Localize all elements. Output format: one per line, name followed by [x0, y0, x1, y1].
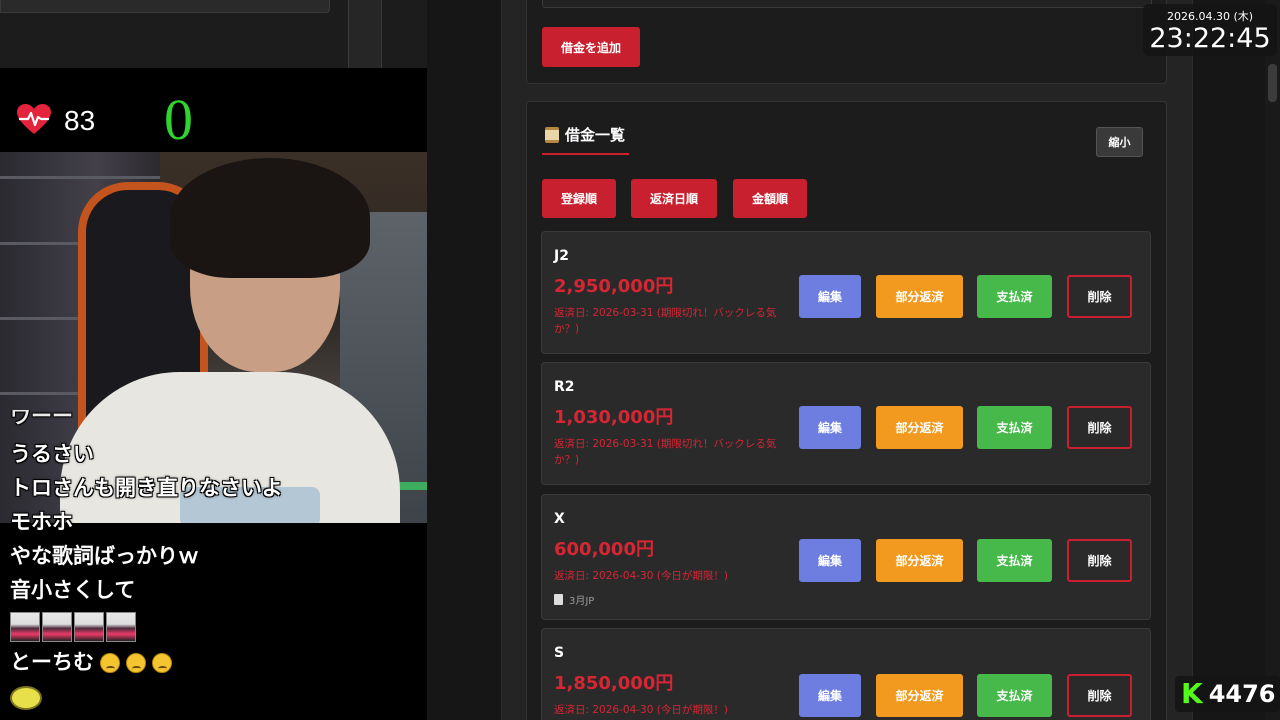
stamp-emote	[42, 612, 72, 642]
kick-viewer-counter: K 4476	[1175, 676, 1280, 712]
edit-button[interactable]: 編集	[799, 674, 861, 717]
debt-item: J2 2,950,000円 返済日: 2026-03-31 (期限切れ！バックレ…	[541, 231, 1151, 354]
delete-button[interactable]: 削除	[1067, 406, 1132, 449]
heart-rate-value: 83	[64, 105, 96, 136]
debt-list-title: 借金一覧	[565, 126, 626, 144]
chat-message: うるさい	[10, 442, 94, 466]
clock-date: 2026.04.30 (木)	[1166, 10, 1254, 23]
kick-logo-icon: K	[1181, 677, 1203, 710]
debt-due-date: 返済日: 2026-04-30 (今日が期限！)	[554, 570, 728, 582]
stamp-emote	[10, 612, 40, 642]
page-scrollbar[interactable]	[1265, 0, 1280, 720]
debt-name: J2	[554, 248, 569, 264]
chat-message-with-emoji: とーちむ	[10, 648, 172, 676]
mouse-cursor-icon	[736, 269, 748, 287]
clock-time: 23:22:45	[1149, 23, 1271, 54]
top-left-box	[0, 0, 330, 13]
mark-paid-button[interactable]: 支払済	[977, 406, 1052, 449]
stream-top-frame	[0, 0, 427, 68]
clock-overlay: 2026.04.30 (木) 23:22:45	[1143, 4, 1277, 56]
debt-amount: 2,950,000円	[554, 276, 674, 297]
bird-emote-icon	[10, 686, 42, 710]
debt-item: R2 1,030,000円 返済日: 2026-03-31 (期限切れ！バックレ…	[541, 362, 1151, 485]
title-underline	[542, 153, 629, 155]
chat-message-text: とーちむ	[10, 650, 94, 674]
debt-due-date: 返済日: 2026-03-31 (期限切れ！バックレる気か？)	[554, 438, 777, 466]
debt-item: X 600,000円 返済日: 2026-04-30 (今日が期限！) 3月JP…	[541, 494, 1151, 620]
debt-amount: 1,030,000円	[554, 407, 674, 428]
chat-message: モホホ	[10, 510, 73, 534]
shrink-button[interactable]: 縮小	[1096, 127, 1143, 157]
add-debt-button[interactable]: 借金を追加	[542, 27, 640, 67]
partial-payment-button[interactable]: 部分返済	[876, 275, 963, 318]
memo-icon	[554, 594, 563, 605]
scroll-icon	[545, 126, 559, 143]
chat-message: やな歌詞ばっかりｗ	[10, 544, 199, 568]
sad-face-icon	[100, 653, 120, 673]
edit-button[interactable]: 編集	[799, 275, 861, 318]
edit-button[interactable]: 編集	[799, 406, 861, 449]
streamer-hair	[170, 158, 370, 278]
debt-name: S	[554, 645, 565, 661]
delete-button[interactable]: 削除	[1067, 674, 1132, 717]
debt-name: X	[554, 511, 565, 527]
chat-message: トロさんも開き直りなさいよ	[10, 476, 283, 500]
stamp-emote	[106, 612, 136, 642]
scrollbar-thumb[interactable]	[1268, 64, 1277, 102]
partial-payment-button[interactable]: 部分返済	[876, 539, 963, 582]
debt-memo: 3月JP	[554, 592, 594, 607]
kick-viewer-count: 4476	[1208, 680, 1276, 708]
edit-button[interactable]: 編集	[799, 539, 861, 582]
delete-button[interactable]: 削除	[1067, 275, 1132, 318]
debt-due-date: 返済日: 2026-04-30 (今日が期限！)	[554, 704, 728, 716]
mark-paid-button[interactable]: 支払済	[977, 674, 1052, 717]
debt-amount: 1,850,000円	[554, 673, 674, 694]
partial-payment-button[interactable]: 部分返済	[876, 406, 963, 449]
counter-value: 0	[164, 87, 193, 152]
sad-face-icon	[126, 653, 146, 673]
heart-rate-icon	[17, 104, 51, 134]
debt-due-date: 返済日: 2026-03-31 (期限切れ！バックレる気か？)	[554, 307, 777, 335]
form-input[interactable]	[542, 0, 1152, 8]
sad-face-icon	[152, 653, 172, 673]
sort-by-due-date-button[interactable]: 返済日順	[631, 179, 717, 218]
mark-paid-button[interactable]: 支払済	[977, 539, 1052, 582]
debt-item: S 1,850,000円 返済日: 2026-04-30 (今日が期限！) 編集…	[541, 628, 1151, 720]
debt-list-heading: 借金一覧	[545, 124, 625, 145]
chat-message: 音小さくして	[10, 578, 136, 602]
stamp-emote	[74, 612, 104, 642]
chat-stamps	[10, 612, 136, 642]
debt-amount: 600,000円	[554, 539, 654, 560]
sort-by-registration-button[interactable]: 登録順	[542, 179, 616, 218]
debt-name: R2	[554, 379, 575, 395]
delete-button[interactable]: 削除	[1067, 539, 1132, 582]
mark-paid-button[interactable]: 支払済	[977, 275, 1052, 318]
partial-payment-button[interactable]: 部分返済	[876, 674, 963, 717]
top-vertical-frame	[348, 0, 382, 68]
sort-by-amount-button[interactable]: 金額順	[733, 179, 807, 218]
debt-memo-text: 3月JP	[569, 596, 595, 607]
